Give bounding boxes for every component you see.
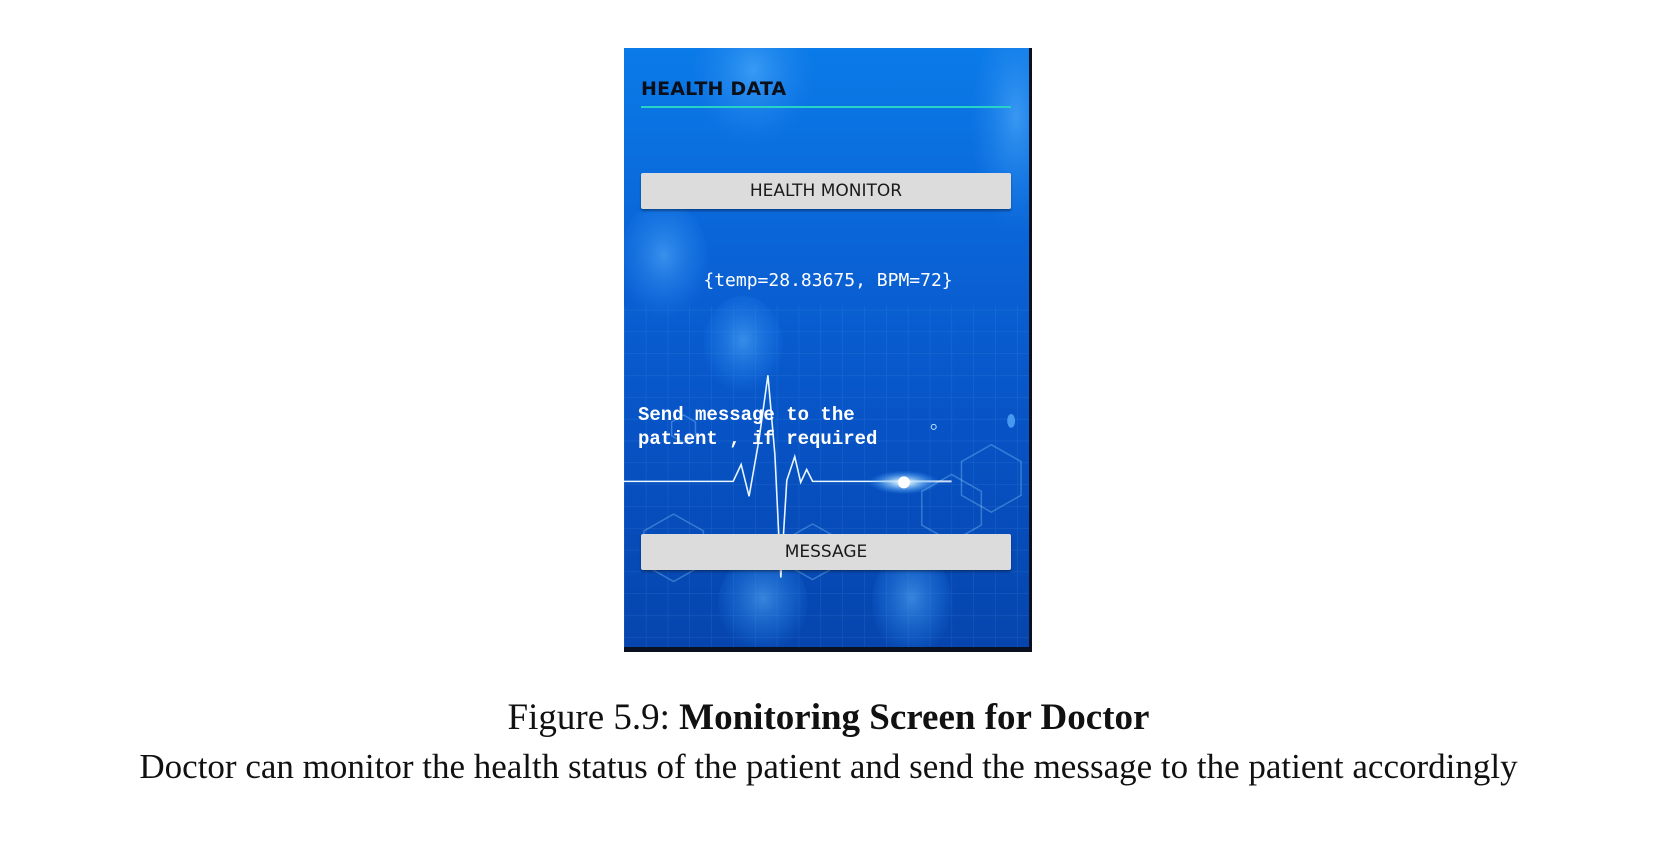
page-title: HEALTH DATA	[641, 78, 787, 100]
health-readout: {temp=28.83675, BPM=72}	[703, 270, 953, 291]
health-monitor-button[interactable]: HEALTH MONITOR	[641, 173, 1011, 209]
app-screenshot: HEALTH DATA HEALTH MONITOR {temp=28.8367…	[624, 48, 1032, 652]
figure-title: Monitoring Screen for Doctor	[679, 697, 1150, 738]
message-button[interactable]: MESSAGE	[641, 534, 1011, 570]
figure-caption-heading: Figure 5.9: Monitoring Screen for Doctor	[0, 696, 1657, 739]
figure-label: Figure 5.9:	[507, 697, 670, 738]
title-divider	[641, 106, 1011, 108]
figure-caption-description: Doctor can monitor the health status of …	[139, 747, 1518, 786]
send-message-prompt: Send message to the patient , if require…	[638, 404, 878, 450]
